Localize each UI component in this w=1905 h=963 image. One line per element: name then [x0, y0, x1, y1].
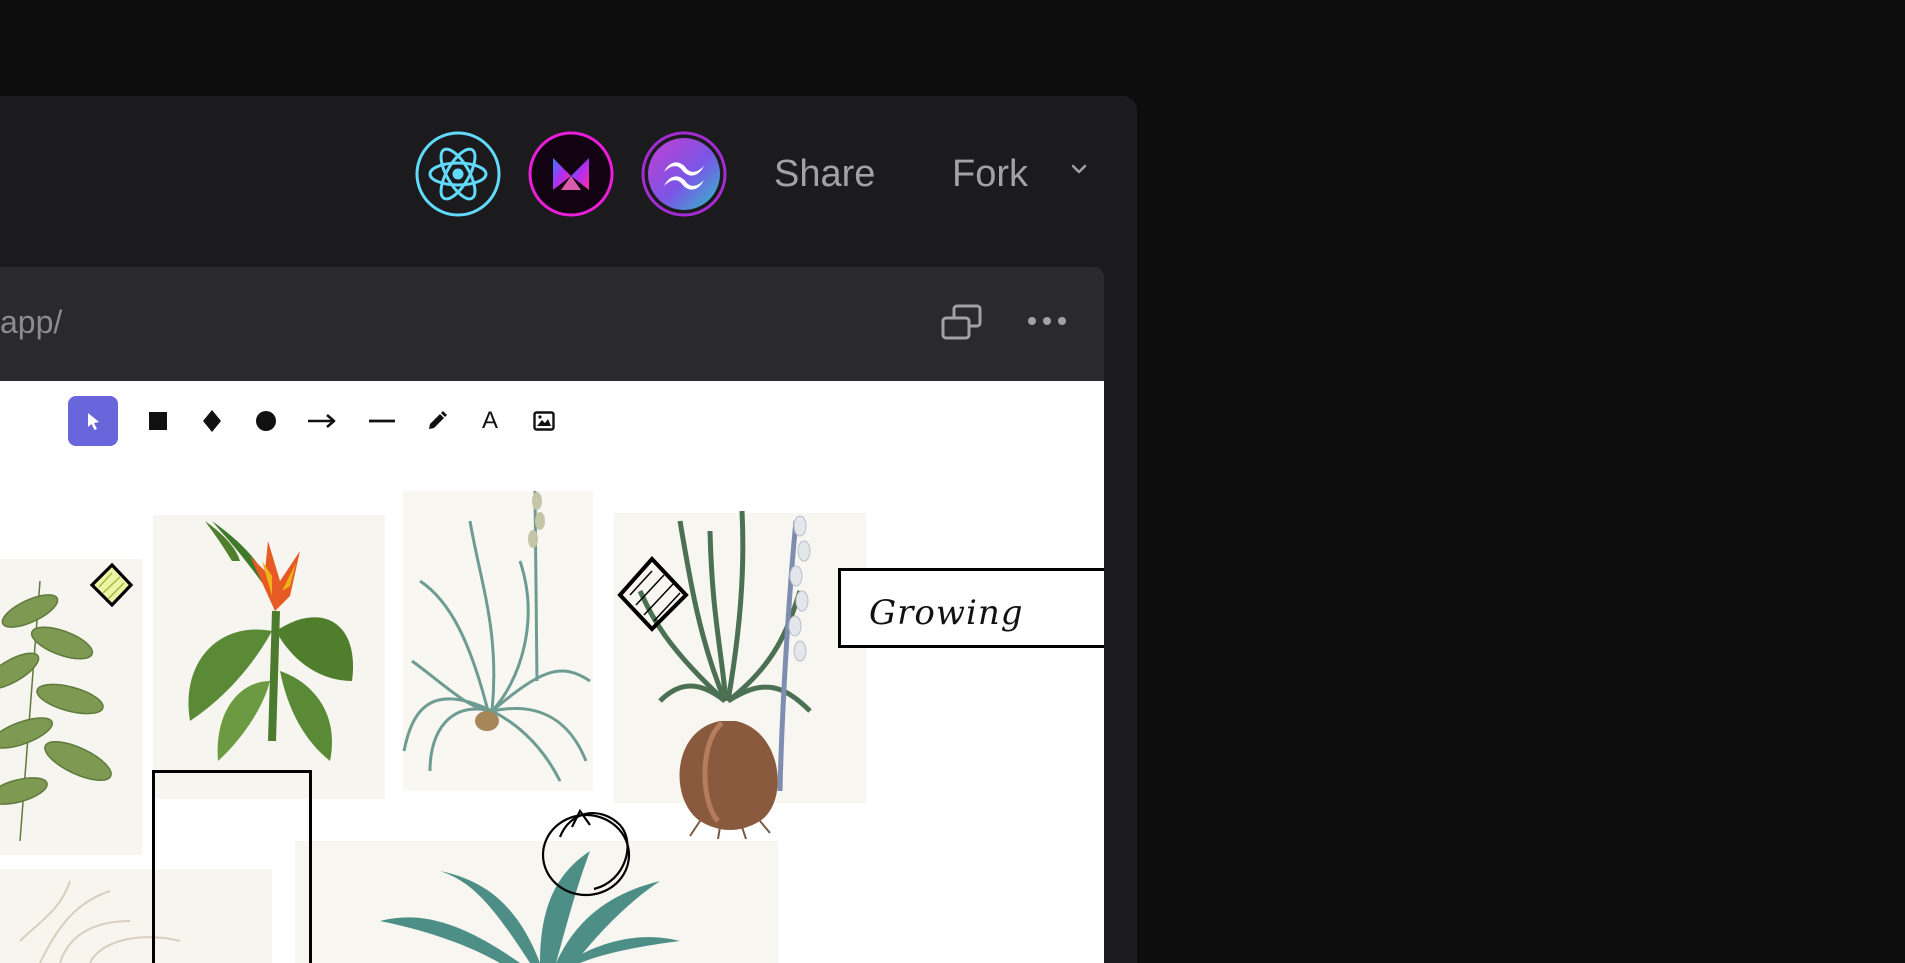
growing-text: Growing [869, 593, 1024, 633]
preview-url-bar: app/ [0, 267, 1104, 381]
preview-url[interactable]: app/ [0, 298, 62, 346]
preview-pane: app/ A Growing [0, 267, 1104, 963]
more-options-icon[interactable] [1026, 314, 1068, 332]
editor-panel: Share Fork app/ A Growing [0, 96, 1137, 963]
share-button[interactable]: Share [774, 144, 875, 204]
editor-header: Share Fork [0, 96, 1137, 266]
fork-button[interactable]: Fork [952, 144, 1028, 204]
drawn-rectangle[interactable] [152, 770, 312, 963]
chevron-down-icon[interactable] [1068, 158, 1090, 180]
vite-icon[interactable] [527, 130, 615, 218]
open-in-new-window-icon[interactable] [940, 303, 984, 348]
tailwind-icon[interactable] [640, 130, 728, 218]
react-icon[interactable] [414, 130, 502, 218]
drawing-canvas[interactable]: A Growing [0, 381, 1104, 963]
growing-text-element[interactable]: Growing [838, 568, 1104, 648]
